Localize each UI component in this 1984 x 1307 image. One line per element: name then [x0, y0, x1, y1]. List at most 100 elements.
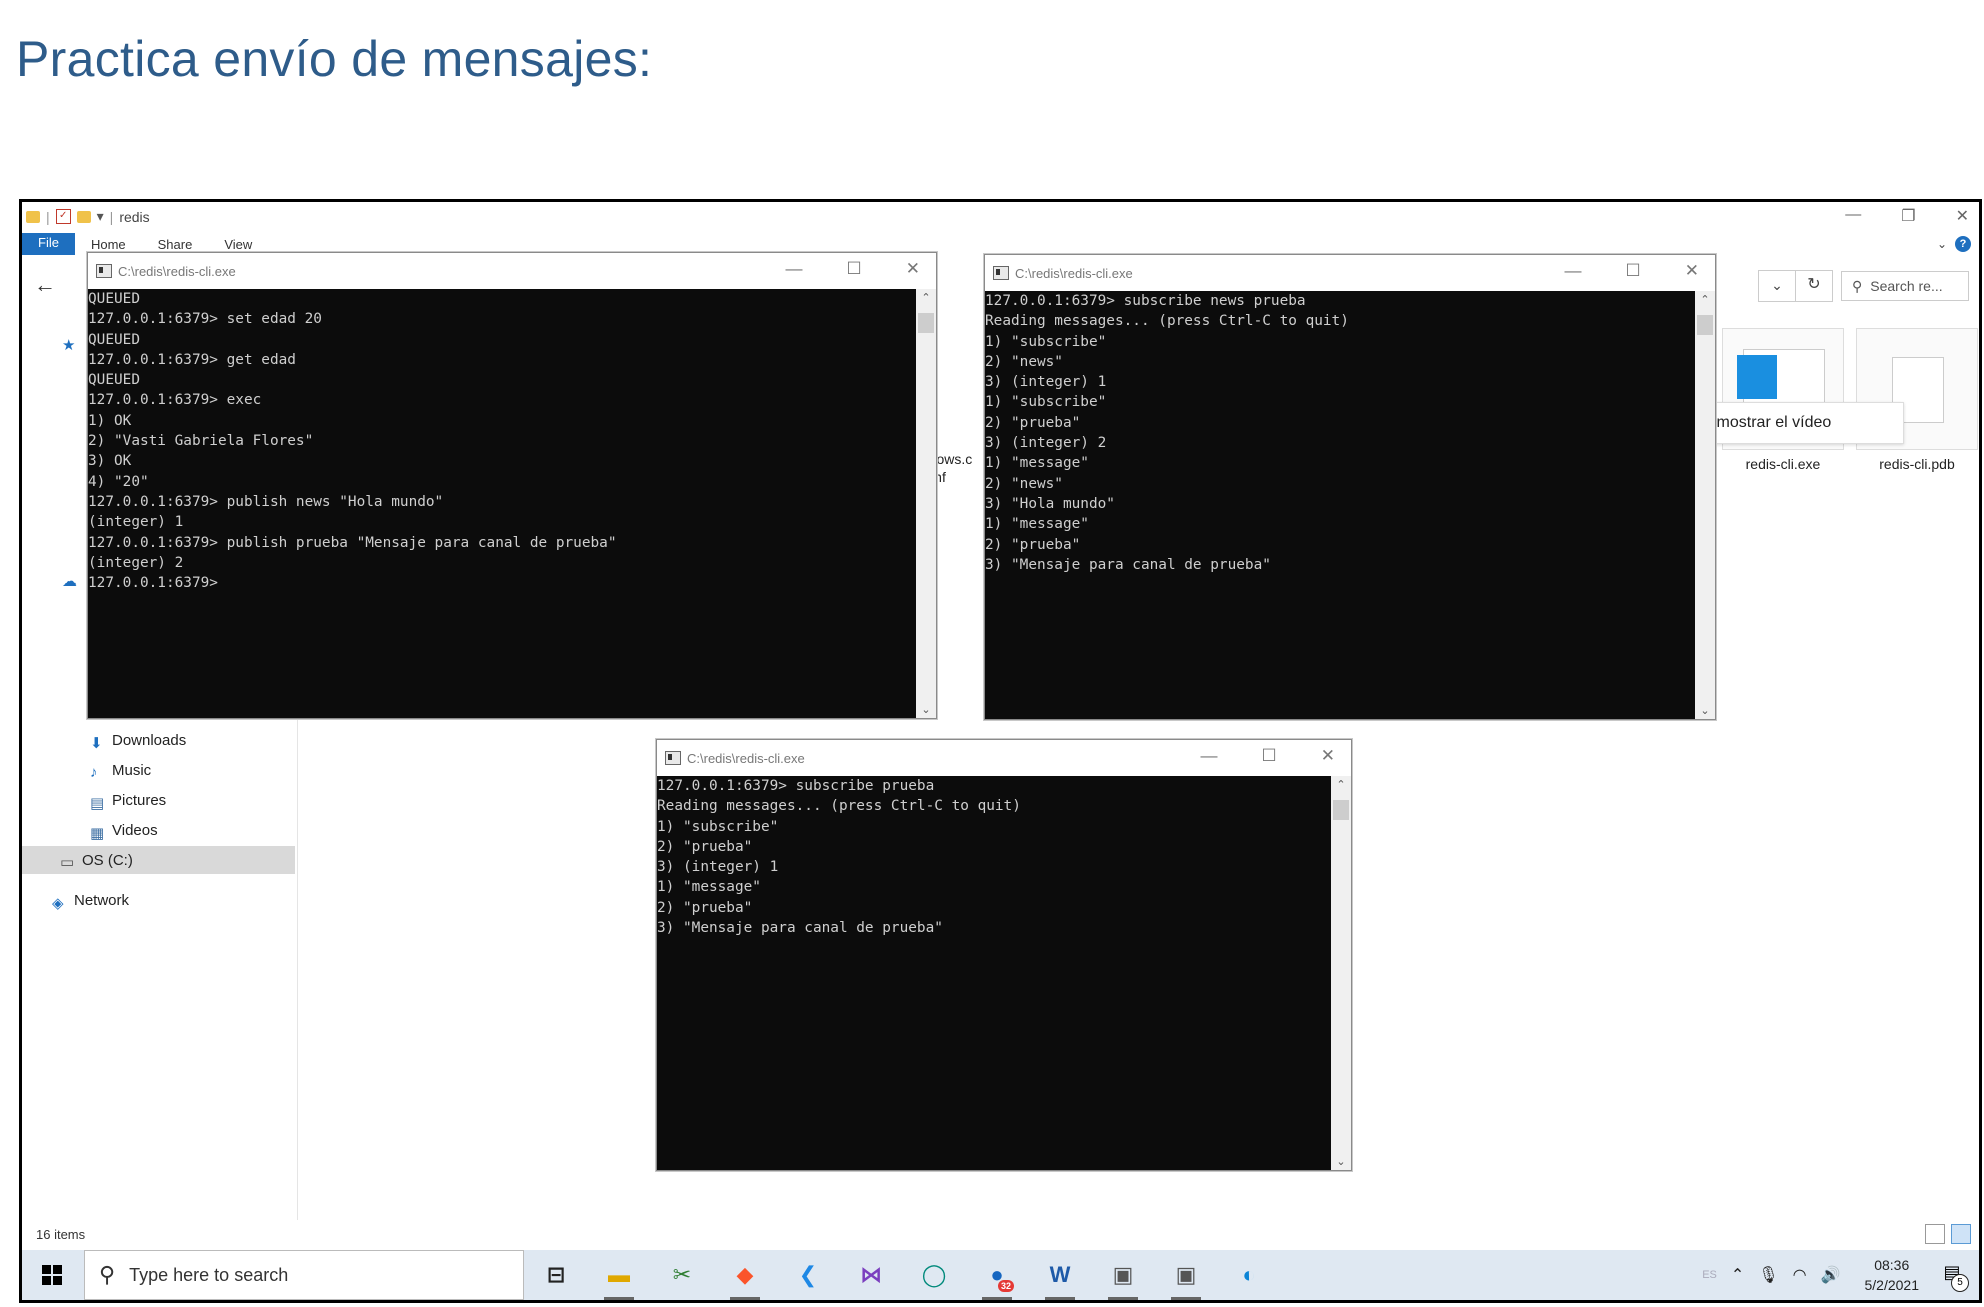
console-title: C:\redis\redis-cli.exe [687, 750, 805, 766]
scrollbar[interactable]: ⌃ ⌄ [1331, 776, 1351, 1170]
maximize-icon[interactable]: ☐ [1262, 746, 1277, 766]
scroll-up-icon[interactable]: ⌃ [1331, 778, 1351, 791]
minimize-icon[interactable]: — [1845, 206, 1861, 226]
help-icon[interactable]: ? [1955, 236, 1971, 252]
word-icon[interactable]: W [1041, 1256, 1079, 1300]
volume-icon[interactable]: 🔊 [1821, 1265, 1841, 1285]
scroll-down-icon[interactable]: ⌄ [1695, 704, 1715, 717]
console-line: 3) (integer) 1 [985, 374, 1107, 391]
console-taskbar-icon[interactable]: ▣ [1104, 1256, 1142, 1300]
file-name: redis-cli.pdb [1879, 456, 1955, 472]
snipping-tool-icon[interactable]: ✂ [663, 1256, 701, 1294]
scrollbar[interactable]: ⌃ ⌄ [916, 289, 936, 718]
console-taskbar-icon[interactable]: ▣ [1167, 1256, 1205, 1300]
console-line: 1) "message" [985, 516, 1089, 533]
scroll-thumb[interactable] [1333, 800, 1349, 820]
console-line: 1) "subscribe" [985, 333, 1107, 350]
properties-icon[interactable]: ✓ [55, 209, 71, 224]
file-explorer-icon[interactable]: ▬ [600, 1256, 638, 1300]
wifi-icon[interactable]: ◠ [1793, 1265, 1807, 1285]
scroll-up-icon[interactable]: ⌃ [1695, 293, 1715, 306]
onedrive-cloud-icon[interactable]: ☁ [62, 572, 77, 590]
music-note-icon: ♪ [90, 763, 98, 781]
nav-label: Music [112, 762, 152, 779]
restore-icon[interactable]: ❐ [1901, 206, 1915, 226]
maximize-icon[interactable]: ☐ [847, 259, 862, 279]
nav-downloads[interactable]: ⬇ Downloads [90, 732, 187, 752]
console-line: 4) "20" [88, 473, 149, 490]
brave-browser-icon[interactable]: ◆ [726, 1256, 764, 1300]
file-redis-cli-pdb[interactable]: redis-cli.pdb [1856, 328, 1978, 472]
language-indicator[interactable]: ES [1702, 1269, 1717, 1281]
nav-label: Downloads [112, 732, 187, 749]
close-icon[interactable]: ✕ [1321, 746, 1335, 766]
nav-os-c[interactable]: ▭ OS (C:) [22, 846, 295, 874]
console-line: QUEUED [88, 291, 140, 307]
console-line: 2) "prueba" [657, 899, 753, 916]
console-line: 127.0.0.1:6379> get edad [88, 351, 296, 368]
console-window-1[interactable]: C:\redis\redis-cli.exe — ☐ ✕ QUEUED 127.0… [87, 252, 937, 719]
scroll-thumb[interactable] [918, 313, 934, 333]
console-line: 1) "message" [657, 879, 761, 896]
minimize-icon[interactable]: — [786, 259, 803, 279]
console-line: 127.0.0.1:6379> exec [88, 392, 262, 409]
opera-icon[interactable]: ◯ [915, 1256, 953, 1294]
scroll-down-icon[interactable]: ⌄ [1331, 1155, 1351, 1168]
clock-time: 08:36 [1874, 1257, 1910, 1273]
edge-browser-icon[interactable]: ◐ [1230, 1256, 1268, 1294]
start-button[interactable] [22, 1250, 82, 1300]
visual-studio-icon[interactable]: ⋈ [852, 1256, 890, 1294]
new-folder-icon[interactable] [76, 210, 91, 223]
minimize-icon[interactable]: — [1565, 261, 1582, 281]
taskbar-search-input[interactable]: ⚲ Type here to search [84, 1250, 524, 1300]
nav-pictures[interactable]: ▤ Pictures [90, 792, 166, 812]
console-title: C:\redis\redis-cli.exe [1015, 265, 1133, 281]
console-app-icon [665, 751, 681, 765]
explorer-titlebar: | ✓ ▾ | redis — ❐ ✕ [22, 202, 1979, 232]
scroll-down-icon[interactable]: ⌄ [916, 703, 936, 716]
details-view-icon[interactable] [1925, 1224, 1945, 1244]
scroll-thumb[interactable] [1697, 315, 1713, 335]
console-line: Reading messages... (press Ctrl-C to qui… [985, 313, 1349, 330]
nav-label: Videos [112, 822, 158, 839]
clock[interactable]: 08:36 5/2/2021 [1865, 1255, 1920, 1295]
console-line: 3) (integer) 1 [657, 859, 779, 876]
scroll-up-icon[interactable]: ⌃ [916, 291, 936, 304]
task-view-icon[interactable]: ⊟ [537, 1256, 575, 1294]
tab-file[interactable]: File [22, 233, 75, 255]
console-line: 3) "Mensaje para canal de prueba" [985, 556, 1271, 573]
qa-separator: | [46, 208, 50, 225]
minimize-icon[interactable]: — [1201, 746, 1218, 766]
console-window-2[interactable]: C:\redis\redis-cli.exe — ☐ ✕ 127.0.0.1:6… [984, 254, 1716, 720]
scrollbar[interactable]: ⌃ ⌄ [1695, 291, 1715, 719]
download-arrow-icon: ⬇ [90, 734, 103, 752]
nav-network[interactable]: ◈ Network [52, 892, 129, 912]
close-icon[interactable]: ✕ [1956, 206, 1969, 226]
chevron-up-icon[interactable]: ⌃ [1731, 1265, 1744, 1285]
nav-music[interactable]: ♪ Music [90, 762, 152, 781]
mail-icon[interactable]: ● 32 [978, 1256, 1016, 1300]
console-line: 3) (integer) 2 [985, 435, 1107, 452]
close-icon[interactable]: ✕ [1685, 261, 1699, 281]
console-output[interactable]: QUEUED 127.0.0.1:6379> set edad 20 QUEUED 1… [88, 289, 916, 718]
maximize-icon[interactable]: ☐ [1626, 261, 1641, 281]
console-line: 127.0.0.1:6379> [88, 575, 218, 592]
refresh-icon[interactable]: ↻ [1796, 270, 1833, 302]
close-icon[interactable]: ✕ [906, 259, 920, 279]
large-icons-view-icon[interactable] [1951, 1224, 1971, 1244]
file-redis-cli-exe[interactable]: redis-cli.exe [1722, 328, 1844, 472]
vscode-icon[interactable]: ❮ [789, 1256, 827, 1294]
console-output[interactable]: 127.0.0.1:6379> subscribe prueba Reading … [657, 776, 1331, 1170]
qa-dropdown-icon[interactable]: ▾ [97, 208, 104, 225]
notifications-icon[interactable]: ▤ 5 [1939, 1262, 1969, 1292]
address-dropdown-icon[interactable]: ⌄ [1758, 270, 1796, 302]
expand-ribbon-icon[interactable]: ⌄ [1937, 237, 1947, 251]
microphone-icon[interactable]: 🎙 [1758, 1265, 1778, 1285]
console-window-3[interactable]: C:\redis\redis-cli.exe — ☐ ✕ 127.0.0.1:6… [656, 739, 1352, 1171]
console-line: Reading messages... (press Ctrl-C to qui… [657, 798, 1021, 815]
back-arrow-icon[interactable]: ← [34, 272, 56, 298]
quick-access-star-icon[interactable]: ★ [62, 336, 75, 354]
console-output[interactable]: 127.0.0.1:6379> subscribe news prueba Rea… [985, 291, 1695, 719]
search-input[interactable]: ⚲ Search re... [1841, 271, 1969, 301]
nav-videos[interactable]: ▦ Videos [90, 822, 158, 842]
